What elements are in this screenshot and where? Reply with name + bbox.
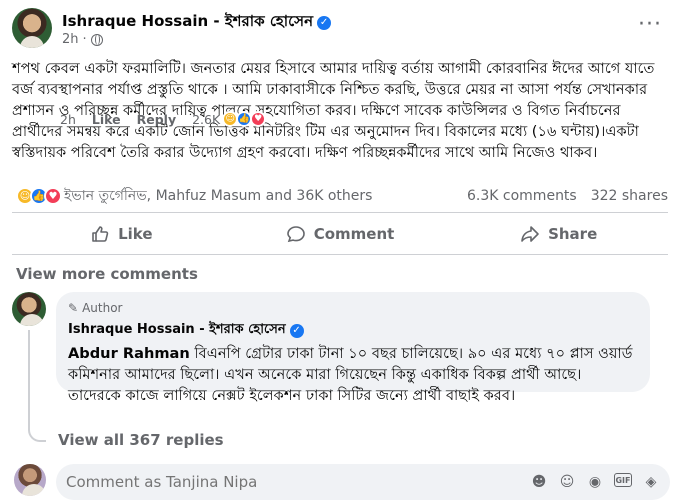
mention-link[interactable]: Abdur Rahman: [68, 345, 190, 362]
reactions-summary[interactable]: ইভান তুর্গেনিভ, Mahfuz Masum and 36K oth…: [64, 184, 467, 208]
reaction-icons[interactable]: ☺ 👍 ♥: [16, 187, 62, 205]
comment-author[interactable]: Ishraque Hossain - ইশরাক হোসেন ✓: [68, 320, 638, 341]
view-all-replies-label[interactable]: View all 367 replies: [58, 431, 224, 449]
speech-bubble-icon: [286, 226, 305, 243]
divider: [12, 254, 668, 255]
shares-count[interactable]: 322 shares: [591, 188, 668, 204]
like-button[interactable]: Like: [12, 216, 231, 252]
comment-input-box[interactable]: ☻ ☺ ◉ GIF ◈: [56, 464, 670, 500]
comment-button[interactable]: Comment: [231, 216, 450, 252]
comment-actions: 2h Like Reply 2.6K ☺ 👍 ♥: [60, 111, 267, 127]
comment-reply-button[interactable]: Reply: [137, 112, 176, 127]
view-all-replies-link[interactable]: View all 367 replies: [58, 431, 224, 449]
share-arrow-icon: [521, 226, 539, 242]
reactions-bar: ☺ 👍 ♥ ইভান তুর্গেনিভ, Mahfuz Masum and 3…: [16, 184, 668, 208]
comment-composer: ☻ ☺ ◉ GIF ◈: [12, 462, 672, 502]
meta-separator: ·: [82, 32, 87, 47]
reply-thread-line: [28, 330, 46, 442]
comment-input[interactable]: [66, 473, 530, 491]
pencil-icon: ✎: [68, 301, 79, 315]
comment-bubble: ✎ Author Ishraque Hossain - ইশরাক হোসেন …: [56, 292, 650, 404]
comment-reaction-count: 2.6K: [192, 111, 221, 127]
verified-badge-icon: ✓: [289, 323, 304, 338]
post-stats: 6.3K comments 322 shares: [467, 188, 668, 204]
comment-like-button[interactable]: Like: [92, 112, 121, 127]
current-user-avatar[interactable]: [14, 464, 46, 496]
more-options-button[interactable]: ···: [638, 12, 662, 37]
comments-count[interactable]: 6.3K comments: [467, 188, 577, 204]
globe-icon: [90, 33, 103, 46]
view-more-comments-link[interactable]: View more comments: [16, 265, 198, 283]
composer-icons: ☻ ☺ ◉ GIF ◈: [530, 473, 660, 491]
post-header: Ishraque Hossain - ইশরাক হোসেন ✓ 2h · ··…: [12, 6, 672, 50]
share-button[interactable]: Share: [449, 216, 668, 252]
author-avatar[interactable]: [12, 8, 52, 48]
verified-badge-icon: ✓: [317, 15, 332, 30]
gif-icon[interactable]: GIF: [614, 473, 632, 487]
divider: [12, 212, 668, 213]
comment-label: Comment: [313, 225, 395, 243]
share-label: Share: [548, 225, 598, 243]
post-actions: Like Comment Share: [12, 216, 668, 252]
commenter-avatar[interactable]: [12, 292, 46, 326]
author-tag: ✎ Author: [68, 300, 638, 316]
author-tag-label: Author: [82, 301, 123, 315]
thumbs-up-icon: [92, 226, 109, 242]
avatar-sticker-icon[interactable]: ☻: [530, 473, 548, 491]
camera-icon[interactable]: ◉: [586, 473, 604, 491]
post-time[interactable]: 2h: [62, 32, 79, 47]
sticker-icon[interactable]: ◈: [642, 473, 660, 491]
post-meta: 2h ·: [62, 32, 103, 47]
comment-reactions[interactable]: 2.6K ☺ 👍 ♥: [192, 111, 267, 127]
comment-time[interactable]: 2h: [60, 112, 76, 127]
emoji-icon[interactable]: ☺: [558, 473, 576, 491]
comment-author-label[interactable]: Ishraque Hossain - ইশরাক হোসেন: [68, 320, 286, 341]
like-label: Like: [118, 225, 153, 243]
comment-text: Abdur Rahman বিএনপি গ্রেটার ঢাকা টানা ১০…: [68, 343, 638, 406]
love-reaction-icon: ♥: [44, 187, 62, 205]
